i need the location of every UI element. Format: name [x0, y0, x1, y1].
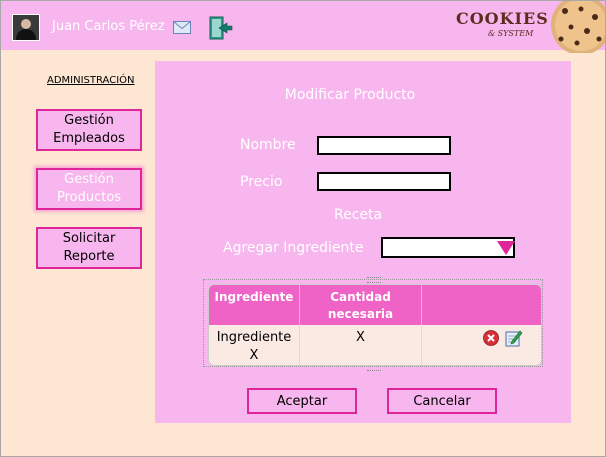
logout-icon[interactable] [207, 15, 233, 41]
aceptar-button[interactable]: Aceptar [247, 388, 357, 414]
user-avatar[interactable] [12, 14, 40, 41]
cookies-logo: COOKIES & SYSTEM [456, 9, 548, 43]
cell-actions [422, 325, 541, 365]
nombre-input[interactable] [317, 136, 451, 155]
sidebar-label-line2: Reporte [63, 249, 115, 264]
avatar-body [16, 29, 36, 40]
sidebar-item-label: Gestión Productos [57, 171, 121, 207]
cookie-image [551, 1, 605, 53]
ingredients-table-container: Ingrediente Cantidad necesaria Ingredien… [203, 277, 543, 371]
header-text-line1: Cantidad [330, 290, 391, 304]
sidebar-item-gestion-empleados[interactable]: Gestión Empleados [36, 109, 142, 151]
logo-subtitle: & SYSTEM [488, 29, 534, 38]
app-window: Juan Carlos Pérez COOKIES & SYSTEM ADMIN… [0, 0, 606, 457]
precio-input[interactable] [317, 172, 451, 191]
receta-label: Receta [334, 207, 383, 223]
agregar-ingrediente-label: Agregar Ingrediente [223, 240, 364, 256]
mail-icon[interactable] [173, 21, 191, 34]
cell-text-line1: Ingrediente [216, 330, 292, 345]
ingredient-dropdown[interactable] [381, 237, 515, 258]
column-header-ingrediente[interactable]: Ingrediente [209, 285, 300, 325]
modify-product-panel: Modificar Producto Nombre Precio Receta … [155, 61, 571, 423]
admin-section-title: ADMINISTRACIÓN [47, 75, 135, 86]
sidebar-label-line2: Productos [56, 190, 122, 205]
sidebar-label-line1: Gestión [64, 172, 114, 187]
nombre-label: Nombre [240, 137, 296, 153]
resize-grip-top[interactable] [367, 277, 381, 283]
delete-icon[interactable] [483, 330, 499, 346]
sidebar-item-gestion-productos[interactable]: Gestión Productos [36, 168, 142, 210]
table-header: Ingrediente Cantidad necesaria [209, 285, 541, 325]
header-text: Ingrediente [214, 290, 294, 304]
sidebar-item-label: Gestión Empleados [53, 112, 125, 148]
ingredients-table: Ingrediente Cantidad necesaria Ingredien… [208, 284, 542, 366]
top-header: Juan Carlos Pérez COOKIES & SYSTEM [1, 1, 605, 53]
cell-text-line2: X [249, 348, 259, 363]
sidebar-item-label: Solicitar Reporte [63, 230, 116, 266]
column-header-cantidad[interactable]: Cantidad necesaria [300, 285, 422, 325]
dropdown-arrow-icon[interactable] [497, 241, 515, 255]
sidebar-label-line2: Empleados [53, 131, 125, 146]
precio-label: Precio [240, 174, 283, 190]
cancelar-button[interactable]: Cancelar [387, 388, 497, 414]
edit-icon[interactable] [505, 329, 523, 347]
sidebar-label-line1: Gestión [64, 113, 114, 128]
panel-title: Modificar Producto [284, 87, 416, 103]
cell-cantidad[interactable]: X [300, 325, 422, 365]
logo-title: COOKIES [456, 9, 549, 28]
user-name: Juan Carlos Pérez [52, 19, 165, 34]
cell-ingrediente[interactable]: Ingrediente X [209, 325, 300, 365]
cell-text: X [356, 330, 365, 345]
header-text-line2: necesaria [327, 307, 394, 321]
avatar-head [21, 19, 31, 29]
column-header-actions [422, 285, 541, 325]
sidebar-item-solicitar-reporte[interactable]: Solicitar Reporte [36, 227, 142, 269]
sidebar-label-line1: Solicitar [62, 231, 116, 246]
